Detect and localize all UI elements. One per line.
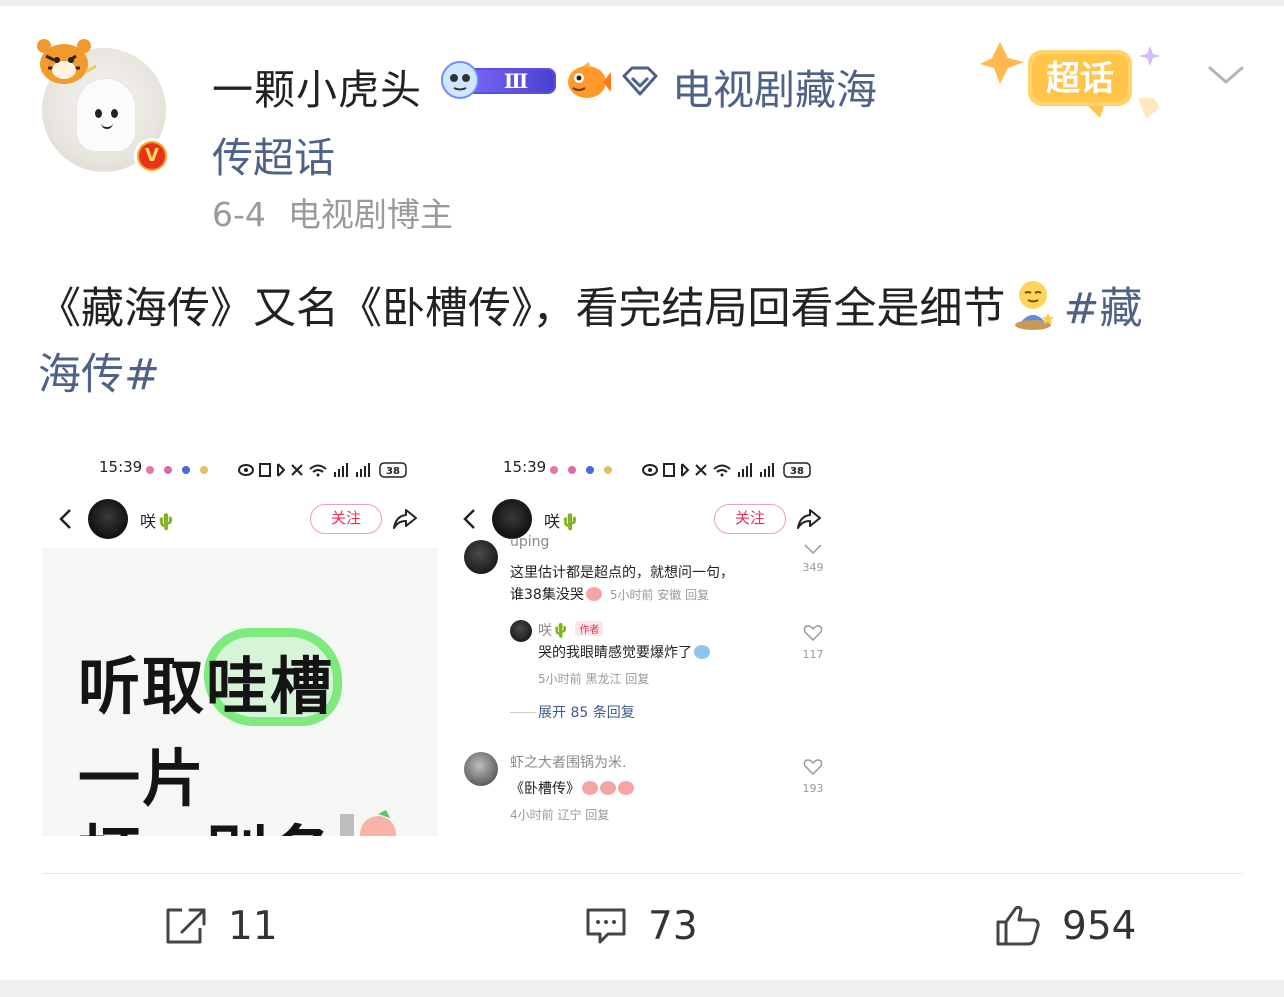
reply-name[interactable]: 咲🌵 作者 xyxy=(538,620,604,640)
commenter-avatar[interactable] xyxy=(464,540,498,574)
comment-text-line1: 这里估计都是超点的，就想问一句， xyxy=(510,565,734,581)
post-image-1[interactable]: 15:39 38 咲🌵 关注 听取哇槽 一片 打 别名 xyxy=(42,446,438,836)
author-role: 电视剧博主 xyxy=(287,195,453,234)
post-meta: 6-4 电视剧博主 xyxy=(212,188,453,236)
heart-icon xyxy=(803,625,823,642)
follow-button[interactable]: 关注 xyxy=(714,504,786,534)
user-avatar[interactable] xyxy=(88,499,128,539)
avatar-plush-figure xyxy=(76,78,136,152)
supertopic-badge[interactable]: 超话 xyxy=(978,28,1178,128)
like-icon xyxy=(996,905,1040,946)
comment-meta: 4小时前 辽宁 回复 xyxy=(510,808,610,822)
actions-divider xyxy=(42,873,1242,874)
big-text-line3: 打 别名 xyxy=(78,804,334,836)
user-name[interactable]: 咲🌵 xyxy=(140,508,176,532)
supertopic-link-cont[interactable]: 传超话 xyxy=(212,124,335,184)
top-separator xyxy=(0,0,1284,6)
comment-like[interactable]: 349 xyxy=(798,540,828,574)
fish-icon xyxy=(568,62,611,98)
repost-icon xyxy=(166,908,206,944)
svg-text:Ⅲ: Ⅲ xyxy=(504,69,528,93)
status-bar: 15:39 38 xyxy=(446,456,842,482)
commenter-avatar[interactable] xyxy=(464,752,498,786)
like-count: 954 xyxy=(1062,903,1137,949)
system-icons: 38 xyxy=(642,462,811,478)
reply-meta: 5小时前 黑龙江 回复 xyxy=(538,672,650,686)
app-bar: 咲🌵 关注 xyxy=(42,496,438,544)
share-icon[interactable] xyxy=(796,507,822,531)
commenter-name[interactable]: 虾之大者围锅为米. xyxy=(510,752,626,772)
heart-icon xyxy=(803,759,823,776)
like-button[interactable]: 954 xyxy=(994,898,1136,954)
svg-text:38: 38 xyxy=(386,466,400,477)
hashtag-link[interactable]: #藏 xyxy=(1064,284,1143,334)
system-icons: 38 xyxy=(238,462,407,478)
commenter-name[interactable]: uping xyxy=(510,534,549,550)
comment-list: uping 这里估计都是超点的，就想问一句， 谁38集没哭 5小时前 安徽 回复 … xyxy=(446,534,842,836)
post-image-2[interactable]: 15:39 38 咲🌵 关注 uping 这里估计都是超点的，就想问一句， 谁3… xyxy=(446,446,842,836)
heart-icon xyxy=(804,544,822,555)
follow-button[interactable]: 关注 xyxy=(310,504,382,534)
level-badge-icon: Ⅲ xyxy=(441,61,556,99)
comment-like[interactable]: 193 xyxy=(798,758,828,795)
chevron-down-icon[interactable] xyxy=(1206,60,1246,90)
reply-text: 哭的我眼睛感觉要爆炸了 xyxy=(538,642,710,664)
reply-like[interactable]: 117 xyxy=(798,624,828,661)
reply-avatar[interactable] xyxy=(510,620,532,642)
notification-icons xyxy=(146,466,208,474)
back-icon[interactable] xyxy=(58,508,74,530)
expand-divider xyxy=(510,712,536,713)
post-text: 《藏海传》又名《卧槽传》，看完结局回看全是细节 xyxy=(38,284,1006,334)
user-avatar[interactable] xyxy=(492,499,532,539)
diamond-icon xyxy=(622,66,658,96)
repost-button[interactable]: 11 xyxy=(164,898,278,954)
meditating-emoji-icon xyxy=(1014,281,1054,330)
sticker-icon xyxy=(340,810,396,836)
comment-text: 《卧槽传》 xyxy=(510,778,634,800)
comment-icon xyxy=(586,908,626,944)
hashtag-link-cont[interactable]: 海传# xyxy=(38,350,160,400)
repost-count: 11 xyxy=(228,903,278,949)
author-name[interactable]: 一颗小虎头 xyxy=(212,56,422,116)
big-text-line1: 听取哇槽 xyxy=(78,650,335,723)
svg-text:超话: 超话 xyxy=(1046,59,1114,99)
status-bar: 15:39 38 xyxy=(42,456,438,482)
notification-icons xyxy=(550,466,612,474)
comment-text-line2: 谁38集没哭 5小时前 安徽 回复 xyxy=(510,587,710,603)
post-body: 《藏海传》又名《卧槽传》，看完结局回看全是细节 #藏海传# xyxy=(38,276,1248,408)
share-icon[interactable] xyxy=(392,507,418,531)
bottom-separator xyxy=(0,980,1284,997)
author-tag: 作者 xyxy=(575,621,604,636)
user-name[interactable]: 咲🌵 xyxy=(544,508,580,532)
expand-replies-link[interactable]: 展开 85 条回复 xyxy=(538,702,635,722)
supertopic-link[interactable]: 电视剧藏海 xyxy=(672,56,877,116)
author-avatar[interactable]: V xyxy=(37,38,170,174)
comment-button[interactable]: 73 xyxy=(584,898,698,954)
app-bar: 咲🌵 关注 xyxy=(446,496,842,544)
note-content: 听取哇槽 一片 打 别名 xyxy=(42,548,438,836)
comment-count: 73 xyxy=(648,903,698,949)
post-date: 6-4 xyxy=(212,195,266,234)
back-icon[interactable] xyxy=(462,508,478,530)
tiger-icon xyxy=(37,39,97,84)
verified-badge: V xyxy=(134,138,170,174)
svg-text:38: 38 xyxy=(790,466,804,477)
